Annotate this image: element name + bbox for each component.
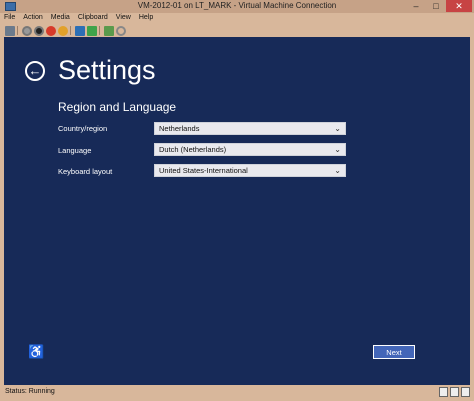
ease-of-access-icon[interactable]: ♿ [28, 344, 44, 360]
menu-help[interactable]: Help [135, 13, 157, 24]
status-text: Status: Running [5, 388, 55, 395]
toolbar [0, 24, 474, 37]
menu-bar: File Action Media Clipboard View Help [0, 13, 474, 24]
shutdown-icon[interactable] [46, 25, 56, 36]
chevron-down-icon: ⌄ [334, 145, 341, 154]
country-region-select[interactable]: Netherlands ⌄ [154, 122, 346, 135]
country-region-label: Country/region [58, 124, 108, 133]
menu-media[interactable]: Media [47, 13, 74, 24]
keyboard-layout-label: Keyboard layout [58, 167, 113, 176]
chevron-down-icon: ⌄ [334, 124, 341, 133]
keyboard-icon [439, 387, 448, 397]
language-label: Language [58, 146, 92, 155]
lock-icon [450, 387, 459, 397]
window-title: VM-2012-01 on LT_MARK - Virtual Machine … [137, 1, 337, 10]
close-button[interactable]: ✕ [446, 0, 472, 12]
status-bar: Status: Running [0, 385, 474, 401]
reset-icon[interactable] [87, 25, 97, 36]
ctrl-alt-del-icon[interactable] [5, 25, 15, 36]
chevron-down-icon: ⌄ [334, 166, 341, 175]
keyboard-layout-select[interactable]: United States-International ⌄ [154, 164, 346, 177]
checkpoint-icon[interactable] [104, 25, 114, 36]
language-value: Dutch (Netherlands) [159, 145, 227, 154]
language-select[interactable]: Dutch (Netherlands) ⌄ [154, 143, 346, 156]
menu-action[interactable]: Action [19, 13, 46, 24]
save-icon[interactable] [58, 25, 68, 36]
back-arrow-icon[interactable]: ← [25, 61, 45, 81]
keyboard-layout-value: United States-International [159, 166, 248, 175]
revert-icon[interactable] [116, 25, 126, 36]
vm-connection-window: VM-2012-01 on LT_MARK - Virtual Machine … [0, 0, 474, 401]
vm-screen[interactable]: ← Settings Region and Language Country/r… [4, 37, 470, 385]
title-bar[interactable]: VM-2012-01 on LT_MARK - Virtual Machine … [0, 0, 474, 13]
turn-off-icon[interactable] [34, 25, 44, 36]
maximize-button[interactable]: □ [426, 0, 446, 12]
next-button[interactable]: Next [373, 345, 415, 359]
country-region-value: Netherlands [159, 124, 200, 133]
minimize-button[interactable]: – [406, 0, 426, 12]
section-heading: Region and Language [58, 100, 177, 114]
menu-view[interactable]: View [112, 13, 135, 24]
start-icon[interactable] [22, 25, 32, 36]
menu-file[interactable]: File [0, 13, 19, 24]
resize-grip-icon[interactable] [461, 387, 470, 397]
menu-clipboard[interactable]: Clipboard [74, 13, 112, 24]
pause-icon[interactable] [75, 25, 85, 36]
page-title: Settings [58, 55, 156, 85]
